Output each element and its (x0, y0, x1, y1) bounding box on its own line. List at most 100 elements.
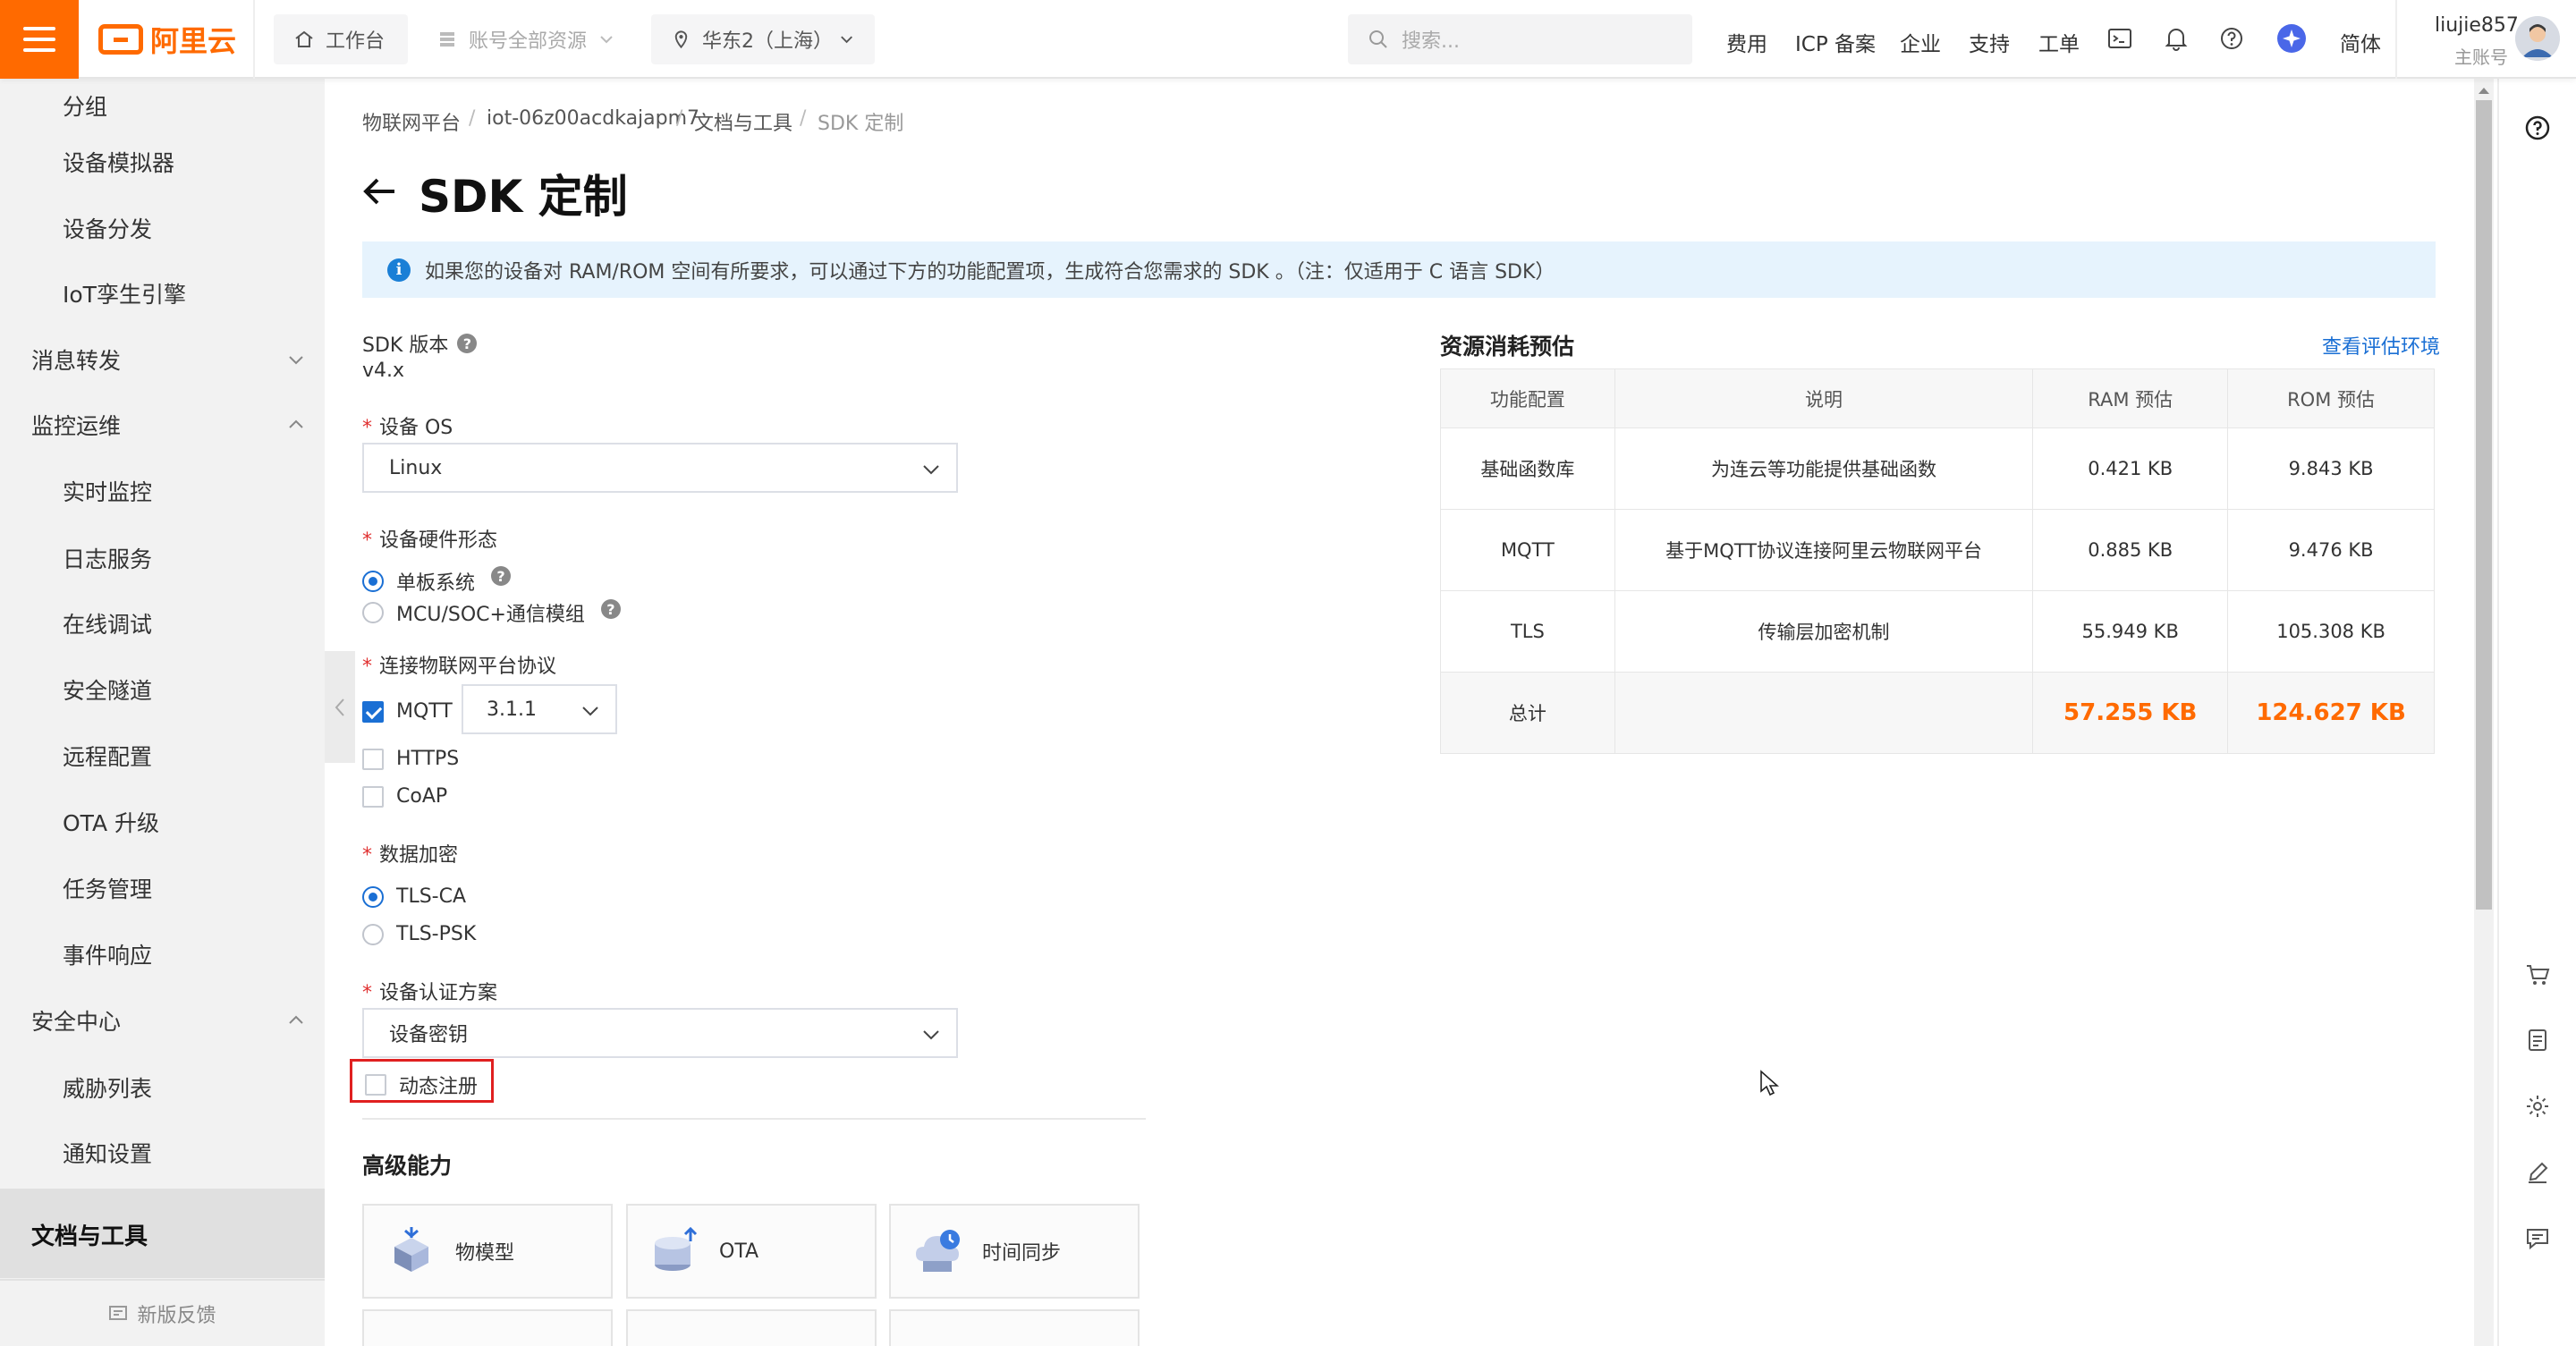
menu-icon[interactable] (0, 0, 79, 79)
column-header: RAM 预估 (2032, 368, 2229, 428)
sidebar-item-task-management[interactable]: 任务管理 (0, 861, 325, 915)
breadcrumb-separator: / (800, 107, 807, 130)
workbench-button[interactable]: 工作台 (274, 14, 408, 64)
protocol-option-https[interactable]: HTTPS (362, 748, 459, 770)
encryption-option-tls-psk[interactable]: TLS-PSK (362, 923, 476, 945)
help-icon[interactable] (2216, 23, 2247, 54)
divider (2395, 0, 2397, 79)
sidebar-item-label: 日志服务 (63, 546, 153, 572)
checkbox-unchecked[interactable] (365, 1074, 386, 1096)
sidebar-item-label: OTA 升级 (63, 810, 160, 836)
bell-icon[interactable] (2161, 23, 2191, 54)
sidebar-group-message-forwarding[interactable]: 消息转发 (0, 333, 325, 386)
sidebar-item-secure-tunnel[interactable]: 安全隧道 (0, 663, 325, 716)
nav-link-ticket[interactable]: 工单 (2038, 27, 2080, 57)
mqtt-version-select[interactable]: 3.1.1 (462, 684, 617, 734)
breadcrumb-link[interactable]: 物联网平台 (362, 107, 461, 136)
sidebar-item-docs-tools[interactable]: 文档与工具 (0, 1189, 325, 1278)
device-os-select[interactable]: Linux (362, 443, 958, 493)
avatar[interactable] (2515, 16, 2560, 61)
option-label: 动态注册 (399, 1076, 479, 1098)
terminal-icon[interactable] (2105, 23, 2135, 54)
section-divider (362, 1118, 1146, 1120)
encryption-option-tls-ca[interactable]: TLS-CA (362, 885, 466, 908)
encryption-label-text: 数据加密 (379, 844, 459, 867)
workbench-label: 工作台 (326, 30, 386, 53)
document-icon[interactable] (2522, 1025, 2553, 1055)
sidebar-item-realtime-monitor[interactable]: 实时监控 (0, 464, 325, 518)
sidebar-item-iot-twin[interactable]: IoT孪生引擎 (0, 267, 325, 320)
sidebar-item-device-simulator[interactable]: 设备模拟器 (0, 135, 325, 189)
edit-icon[interactable] (2522, 1157, 2553, 1188)
advanced-card-partial[interactable] (626, 1309, 877, 1346)
advanced-card-thing-model[interactable]: 物模型 (362, 1204, 613, 1299)
sidebar-item-log-service[interactable]: 日志服务 (0, 531, 325, 585)
advanced-card-time-sync[interactable]: 时间同步 (889, 1204, 1140, 1299)
sidebar-item-device-distribution[interactable]: 设备分发 (0, 201, 325, 255)
sidebar-collapse-handle[interactable] (325, 651, 355, 763)
assistant-icon[interactable] (2276, 23, 2307, 54)
cart-icon[interactable] (2522, 960, 2553, 990)
nav-link-support[interactable]: 支持 (1969, 27, 2010, 57)
table-cell: 9.843 KB (2227, 428, 2435, 510)
radio-selected[interactable] (362, 571, 384, 592)
radio-unselected[interactable] (362, 923, 384, 945)
sidebar-item-remote-config[interactable]: 远程配置 (0, 729, 325, 783)
checkbox-unchecked[interactable] (362, 748, 384, 770)
radio-selected[interactable] (362, 885, 384, 908)
sidebar-group-security-center[interactable]: 安全中心 (0, 994, 325, 1047)
breadcrumb-link[interactable]: 文档与工具 (694, 107, 792, 136)
sidebar-item-online-debug[interactable]: 在线调试 (0, 597, 325, 650)
advanced-card-partial[interactable] (889, 1309, 1140, 1346)
help-icon[interactable]: ? (457, 334, 478, 353)
location-icon (674, 30, 688, 49)
protocol-option-mqtt[interactable]: MQTT (362, 700, 453, 723)
view-eval-env-link[interactable]: 查看评估环境 (2322, 331, 2440, 360)
sidebar-item-event-response[interactable]: 事件响应 (0, 927, 325, 981)
checkbox-checked[interactable] (362, 700, 384, 723)
sidebar-item-threat-list[interactable]: 威胁列表 (0, 1061, 325, 1114)
global-search[interactable]: 搜索... (1348, 14, 1692, 64)
feedback-label: 新版反馈 (137, 1304, 216, 1327)
radio-unselected[interactable] (362, 602, 384, 623)
feedback-button[interactable]: 新版反馈 (0, 1279, 325, 1346)
advanced-card-ota[interactable]: OTA (626, 1204, 877, 1299)
checkbox-unchecked[interactable] (362, 785, 384, 808)
advanced-card-partial[interactable] (362, 1309, 613, 1346)
brand-logo[interactable]: 阿里云 (98, 20, 236, 59)
hardware-option-mcu[interactable]: MCU/SOC+通信模组 ? (362, 598, 621, 627)
language-switch[interactable]: 简体 (2340, 27, 2381, 57)
column-header: ROM 预估 (2227, 368, 2435, 428)
table-total-row: 总计 57.255 KB 124.627 KB (1440, 672, 2435, 754)
hardware-option-single-board[interactable]: 单板系统 ? (362, 566, 512, 596)
auth-label-text: 设备认证方案 (379, 982, 498, 1004)
chevron-down-icon (289, 356, 303, 365)
sidebar-item-label: 监控运维 (31, 413, 122, 439)
sidebar-item-label: 设备分发 (63, 216, 153, 242)
back-arrow-icon[interactable] (361, 175, 397, 207)
breadcrumb-link[interactable]: iot-06z00acdkajapm7 (487, 107, 699, 130)
protocol-option-coap[interactable]: CoAP (362, 785, 447, 808)
sidebar-item-group[interactable]: 分组 (0, 79, 325, 132)
resource-group-selector[interactable]: 账号全部资源 (417, 14, 636, 64)
user-name[interactable]: liujie857 (2435, 14, 2519, 37)
help-icon[interactable]: ? (600, 599, 621, 619)
gear-icon[interactable] (2522, 1091, 2553, 1122)
sidebar-item-notification-settings[interactable]: 通知设置 (0, 1126, 325, 1180)
nav-link-icp[interactable]: ICP 备案 (1795, 27, 1876, 57)
nav-link-enterprise[interactable]: 企业 (1900, 27, 1941, 57)
auth-method-select[interactable]: 设备密钥 (362, 1008, 958, 1058)
sidebar-item-ota-upgrade[interactable]: OTA 升级 (0, 795, 325, 849)
sidebar-item-label: 设备模拟器 (63, 150, 175, 176)
dynamic-register-option[interactable]: 动态注册 (365, 1071, 478, 1099)
sidebar-item-label: IoT孪生引擎 (63, 282, 186, 308)
chat-icon[interactable] (2522, 1223, 2553, 1254)
help-icon[interactable] (2522, 113, 2553, 143)
scroll-up-arrow-icon[interactable] (2478, 86, 2490, 95)
nav-link-fees[interactable]: 费用 (1726, 27, 1767, 57)
protocol-label-text: 连接物联网平台协议 (379, 656, 557, 678)
region-selector[interactable]: 华东2（上海） (651, 14, 875, 64)
help-icon[interactable]: ? (491, 566, 512, 586)
sidebar-group-monitoring[interactable]: 监控运维 (0, 398, 325, 452)
scrollbar-thumb[interactable] (2476, 100, 2492, 910)
